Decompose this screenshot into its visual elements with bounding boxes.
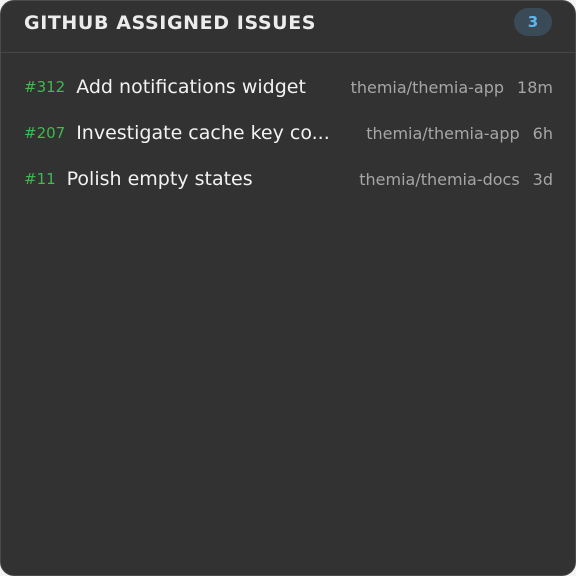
issue-main: #11 Polish empty states xyxy=(24,164,253,194)
issue-meta: themia/themia-app 18m xyxy=(351,72,553,102)
issue-title[interactable]: Polish empty states xyxy=(67,168,253,190)
issue-number: #207 xyxy=(24,124,66,142)
issue-repo: themia/themia-docs xyxy=(359,169,520,189)
issue-row[interactable]: #207 Investigate cache key co... themia/… xyxy=(1,118,575,148)
issue-age: 6h xyxy=(532,123,553,143)
issue-meta: themia/themia-docs 3d xyxy=(359,164,553,194)
issue-repo: themia/themia-app xyxy=(350,77,505,97)
widget-header: GITHUB ASSIGNED ISSUES 3 xyxy=(1,1,575,53)
issue-age: 3d xyxy=(532,169,553,189)
widget-title: GITHUB ASSIGNED ISSUES xyxy=(24,12,317,34)
issue-number: #11 xyxy=(24,170,56,188)
issue-row[interactable]: #312 Add notifications widget themia/the… xyxy=(1,72,575,102)
issue-main: #207 Investigate cache key co... xyxy=(24,118,330,148)
github-issues-widget: GITHUB ASSIGNED ISSUES 3 #312 Add notifi… xyxy=(0,0,576,576)
issue-number: #312 xyxy=(24,78,66,96)
issue-title[interactable]: Investigate cache key co... xyxy=(76,122,330,144)
issue-meta: themia/themia-app 6h xyxy=(366,118,553,148)
issue-count-badge: 3 xyxy=(514,8,552,36)
issue-title[interactable]: Add notifications widget xyxy=(76,76,306,98)
issue-main: #312 Add notifications widget xyxy=(24,72,306,102)
issue-repo: themia/themia-app xyxy=(366,123,520,143)
issue-age: 18m xyxy=(517,77,553,97)
issue-row[interactable]: #11 Polish empty states themia/themia-do… xyxy=(1,164,575,194)
